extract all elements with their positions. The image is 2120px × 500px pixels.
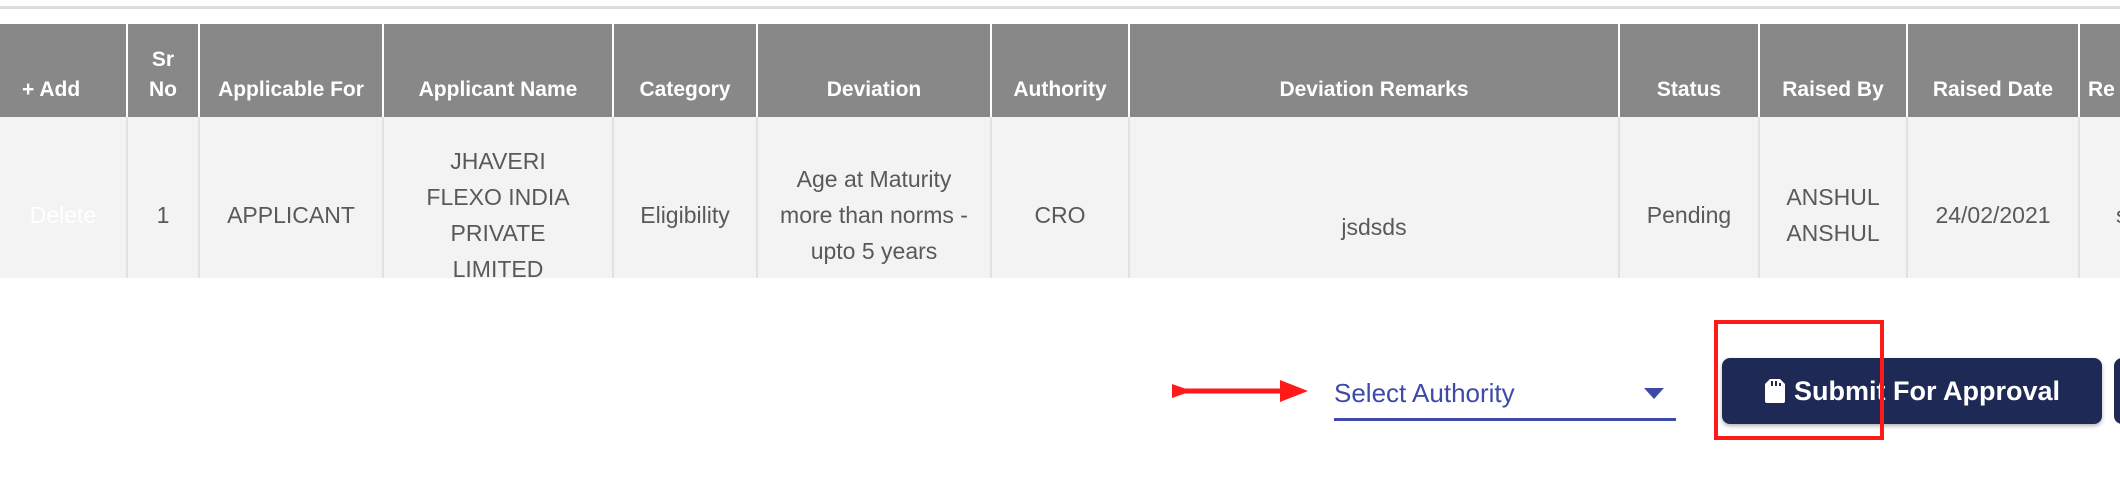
cell-authority: CRO	[991, 117, 1130, 278]
authority-select-label: Select Authority	[1334, 378, 1515, 408]
add-button[interactable]: + Add	[0, 24, 128, 117]
header-status: Status	[1619, 24, 1760, 117]
header-category: Category	[613, 24, 758, 117]
cell-action: Delete	[0, 117, 128, 278]
clipboard-icon	[1764, 378, 1786, 404]
header-applicable-for: Applicable For	[199, 24, 384, 117]
header-sr-no: Sr No	[127, 24, 200, 117]
chevron-down-icon	[1644, 388, 1664, 399]
cell-partial: s	[2079, 117, 2120, 278]
cell-applicable-for: APPLICANT	[199, 117, 384, 278]
header-applicant-name: Applicant Name	[383, 24, 614, 117]
header-raised-date: Raised Date	[1907, 24, 2080, 117]
cell-raised-date: 24/02/2021	[1907, 117, 2080, 278]
table-header-row: + Add Sr No Applicable For Applicant Nam…	[0, 24, 2120, 117]
plus-icon: +	[22, 78, 35, 101]
annotation-arrow-icon	[1172, 380, 1308, 402]
submit-for-approval-button[interactable]: Submit For Approval	[1722, 358, 2102, 424]
header-authority: Authority	[991, 24, 1130, 117]
cell-deviation-remarks: jsdsds	[1129, 117, 1620, 278]
cell-status: Pending	[1619, 117, 1760, 278]
authority-select[interactable]: Select Authority	[1334, 366, 1676, 421]
table-row: Delete 1 APPLICANT JHAVERI FLEXO INDIA P…	[0, 117, 2120, 278]
cell-category: Eligibility	[613, 117, 758, 278]
delete-button[interactable]: Delete	[30, 202, 96, 228]
cell-raised-by: ANSHUL ANSHUL	[1759, 117, 1908, 278]
deviation-table-container: + Add Sr No Applicable For Applicant Nam…	[0, 24, 2120, 278]
cell-sr-no: 1	[127, 117, 200, 278]
header-raised-by: Raised By	[1759, 24, 1908, 117]
cell-deviation: Age at Maturity more than norms - upto 5…	[757, 117, 992, 278]
add-label: Add	[39, 78, 81, 101]
header-deviation: Deviation	[757, 24, 992, 117]
header-deviation-remarks: Deviation Remarks	[1129, 24, 1620, 117]
cell-applicant-name: JHAVERI FLEXO INDIA PRIVATE LIMITED	[383, 117, 614, 278]
submit-label: Submit For Approval	[1793, 375, 2060, 406]
header-partial: Re	[2079, 24, 2120, 117]
top-divider	[0, 0, 2120, 9]
deviation-table: + Add Sr No Applicable For Applicant Nam…	[0, 24, 2120, 278]
partial-next-button[interactable]	[2114, 358, 2120, 424]
